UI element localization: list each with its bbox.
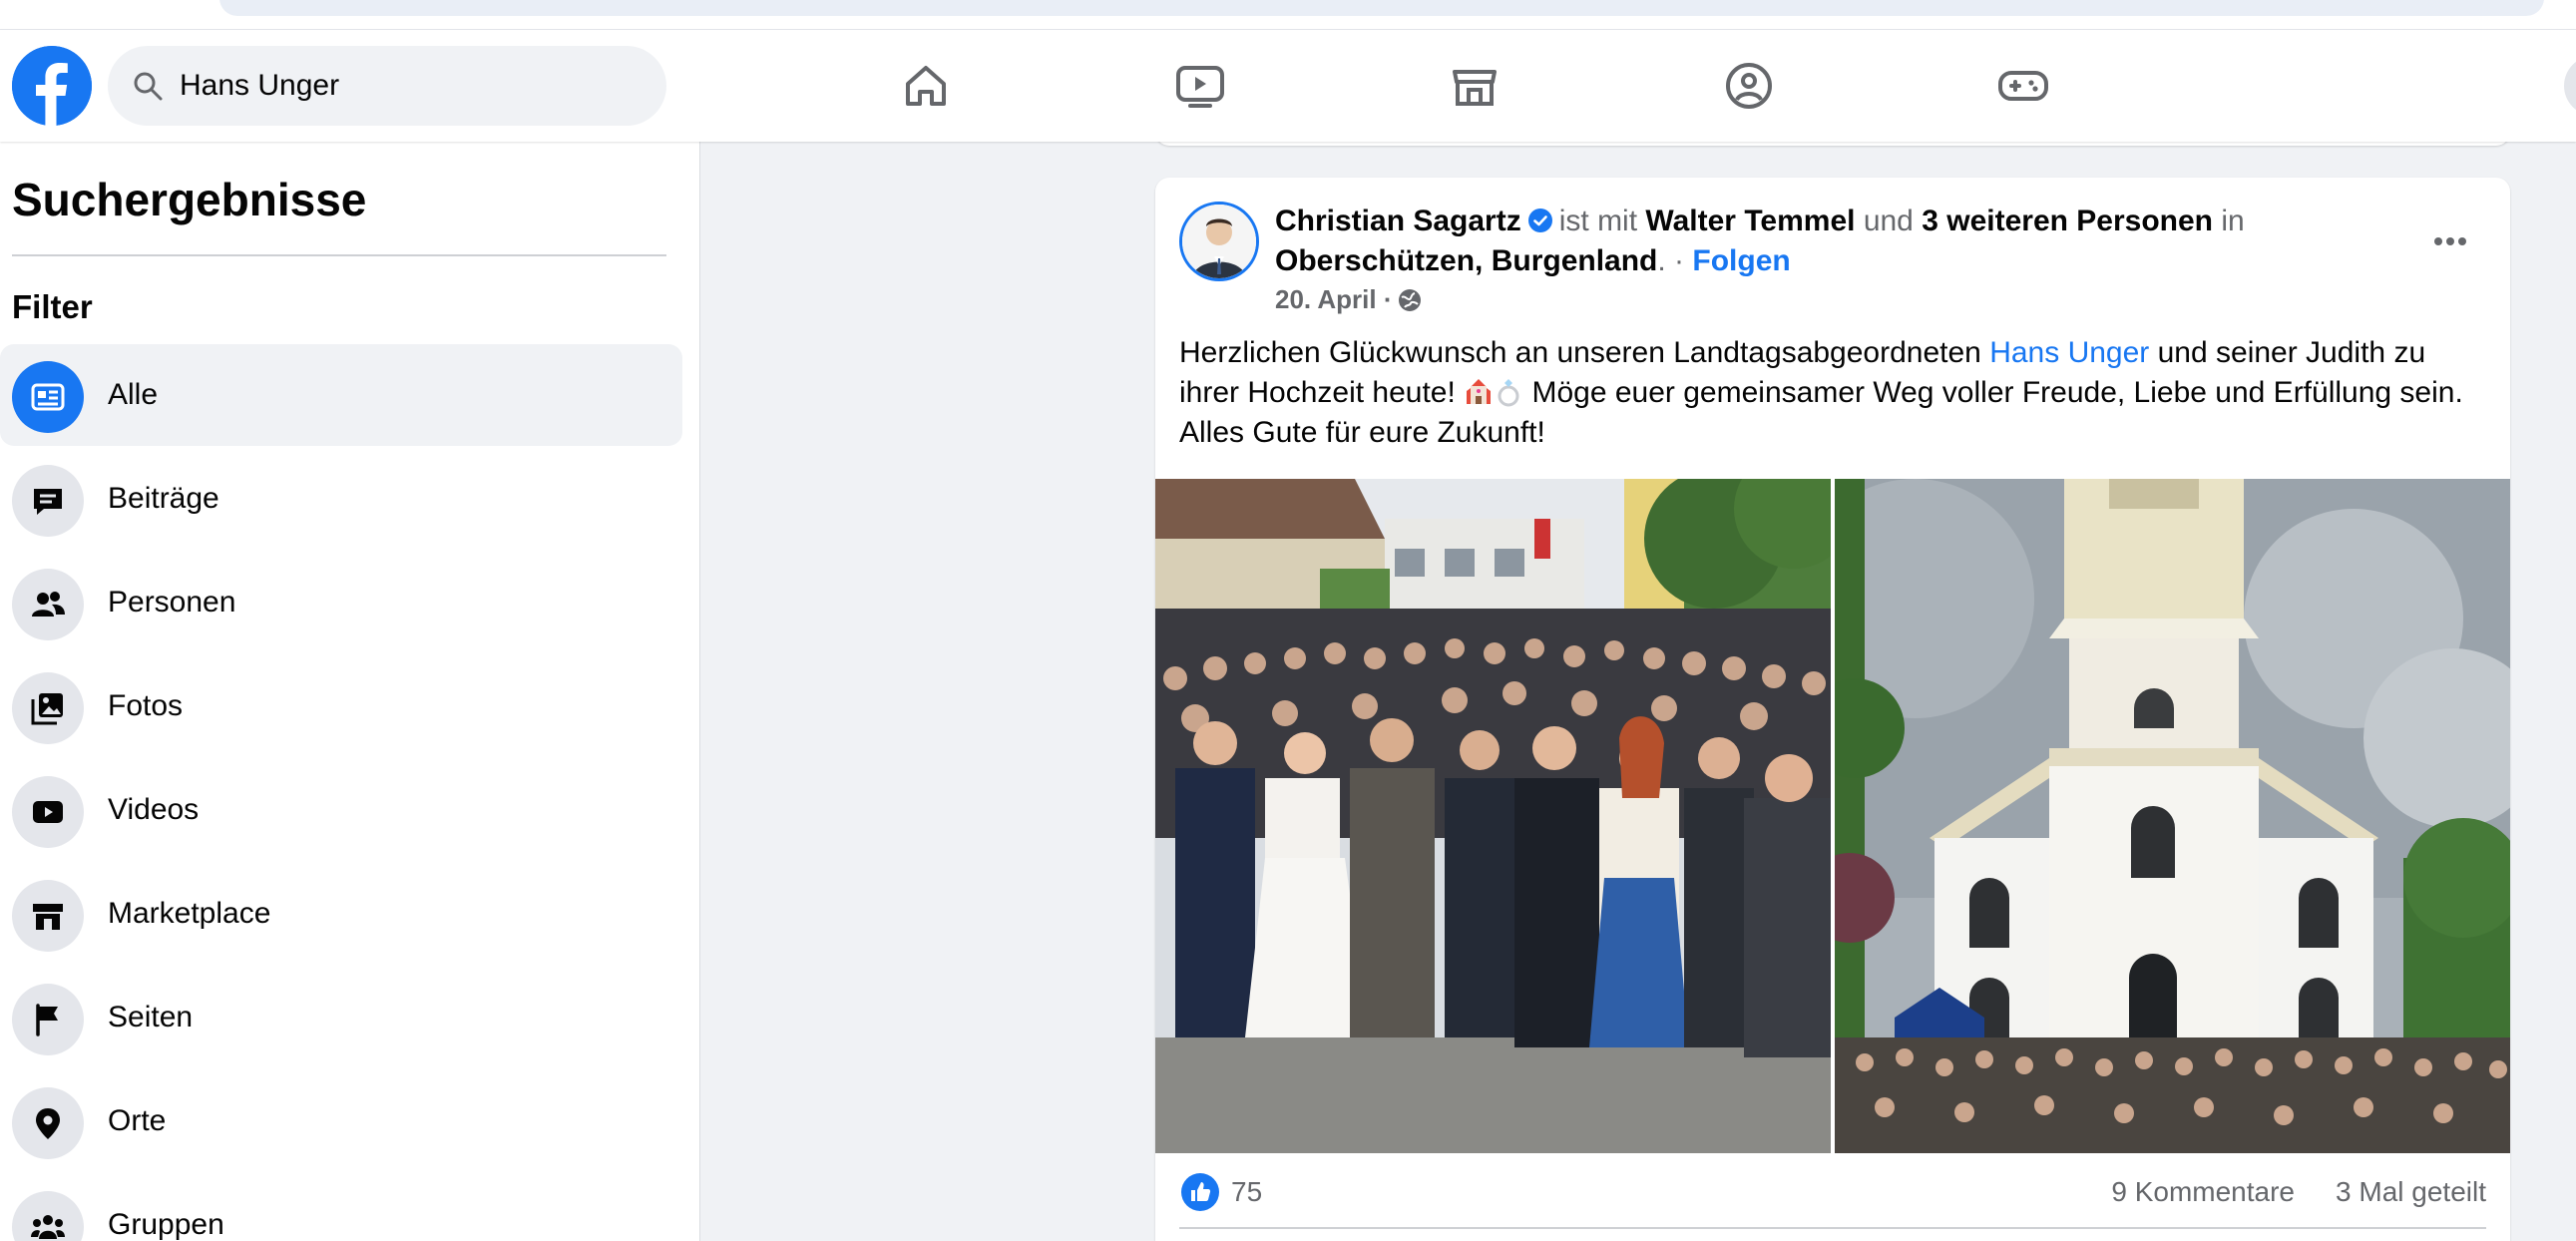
more-options-icon[interactable] — [2422, 213, 2478, 269]
groups-icon[interactable] — [1721, 58, 1777, 114]
sidebar-item-alle[interactable]: Alle — [0, 344, 682, 446]
church-photo[interactable] — [1835, 479, 2510, 1153]
post-card: Christian Sagartz ist mit Walter Temmel u… — [1155, 178, 2510, 1241]
like-count[interactable]: 75 — [1231, 1175, 1262, 1209]
marketplace-icon — [33, 904, 63, 930]
and-text: und — [1863, 205, 1914, 237]
sidebar-item-label: Fotos — [108, 689, 184, 722]
search-input[interactable]: Hans Unger — [180, 68, 339, 104]
sidebar-item-personen[interactable]: Personen — [0, 552, 682, 653]
marketplace-icon[interactable] — [1447, 58, 1503, 114]
sidebar-title: Suchergebnisse — [12, 174, 367, 225]
verified-badge-icon — [1527, 208, 1552, 232]
account-avatar[interactable] — [2564, 56, 2576, 116]
sidebar-item-seiten[interactable]: Seiten — [0, 967, 682, 1068]
others-link[interactable]: 3 weiteren Personen — [1922, 205, 2213, 237]
browser-toolbar — [0, 0, 2576, 30]
search-filter-sidebar: Suchergebnisse Filter Alle Beiträge Pers… — [0, 142, 700, 1241]
sidebar-item-beitraege[interactable]: Beiträge — [0, 448, 682, 550]
filter-heading: Filter — [12, 288, 93, 325]
header-separator: . · — [1657, 244, 1685, 277]
follow-link[interactable]: Folgen — [1692, 244, 1790, 277]
post-date[interactable]: 20. April · — [1275, 284, 1393, 314]
location-link[interactable]: Oberschützen, Burgenland — [1275, 244, 1657, 277]
actions-divider — [1179, 1227, 2486, 1229]
sidebar-item-label: Gruppen — [108, 1208, 224, 1241]
comments-count[interactable]: 9 Kommentare — [2111, 1175, 2295, 1209]
sidebar-item-label: Beiträge — [108, 482, 219, 515]
groups-icon — [31, 1215, 65, 1239]
post-meta: 20. April · — [1275, 283, 1423, 315]
posts-icon — [34, 489, 62, 515]
top-navigation-bar: Hans Unger — [0, 30, 2576, 142]
post-photo-grid — [1155, 479, 2510, 1153]
photos-icon — [31, 693, 63, 725]
shares-count[interactable]: 3 Mal geteilt — [2336, 1175, 2486, 1209]
post-text: Herzlichen Glückwunsch an unseren Landta… — [1179, 333, 2486, 453]
browser-address-bar[interactable] — [219, 0, 2544, 16]
home-icon[interactable] — [898, 58, 954, 114]
tagged-person[interactable]: Walter Temmel — [1645, 205, 1855, 237]
sidebar-item-fotos[interactable]: Fotos — [0, 655, 682, 757]
with-text: ist mit — [1558, 205, 1638, 237]
in-text: in — [2221, 205, 2245, 237]
reactions-bar: 75 9 Kommentare 3 Mal geteilt — [1155, 1153, 2510, 1233]
sidebar-item-label: Orte — [108, 1104, 167, 1137]
places-icon — [36, 1108, 60, 1139]
sidebar-item-marketplace[interactable]: Marketplace — [0, 863, 682, 965]
wedding-group-photo[interactable] — [1155, 479, 1831, 1153]
ring-emoji-icon — [1498, 379, 1519, 407]
sidebar-item-label: Alle — [108, 378, 159, 411]
wedding-chapel-emoji-icon — [1467, 379, 1492, 404]
search-icon — [134, 72, 163, 101]
sidebar-item-orte[interactable]: Orte — [0, 1070, 682, 1172]
watch-icon[interactable] — [1172, 58, 1228, 114]
gaming-icon[interactable] — [1995, 58, 2051, 114]
mention-link[interactable]: Hans Unger — [1989, 336, 2149, 369]
sidebar-item-label: Personen — [108, 586, 236, 619]
pages-icon — [36, 1004, 58, 1036]
search-field[interactable]: Hans Unger — [108, 46, 666, 126]
all-results-icon — [31, 383, 65, 411]
sidebar-item-videos[interactable]: Videos — [0, 759, 682, 861]
sidebar-item-gruppen[interactable]: Gruppen — [0, 1174, 682, 1241]
sidebar-item-label: Videos — [108, 793, 200, 826]
facebook-logo[interactable] — [12, 46, 92, 126]
sidebar-item-label: Seiten — [108, 1001, 194, 1034]
post-header: Christian Sagartz ist mit Walter Temmel u… — [1275, 202, 2353, 281]
like-reaction-icon[interactable] — [1181, 1173, 1219, 1211]
people-icon — [32, 592, 65, 617]
videos-icon — [33, 801, 63, 823]
post-text-start: Herzlichen Glückwunsch an unseren Landta… — [1179, 336, 1990, 369]
sidebar-item-label: Marketplace — [108, 897, 271, 930]
author-name[interactable]: Christian Sagartz — [1275, 205, 1521, 237]
sidebar-divider — [12, 254, 666, 256]
globe-icon — [1398, 289, 1421, 311]
author-avatar[interactable] — [1179, 202, 1259, 281]
